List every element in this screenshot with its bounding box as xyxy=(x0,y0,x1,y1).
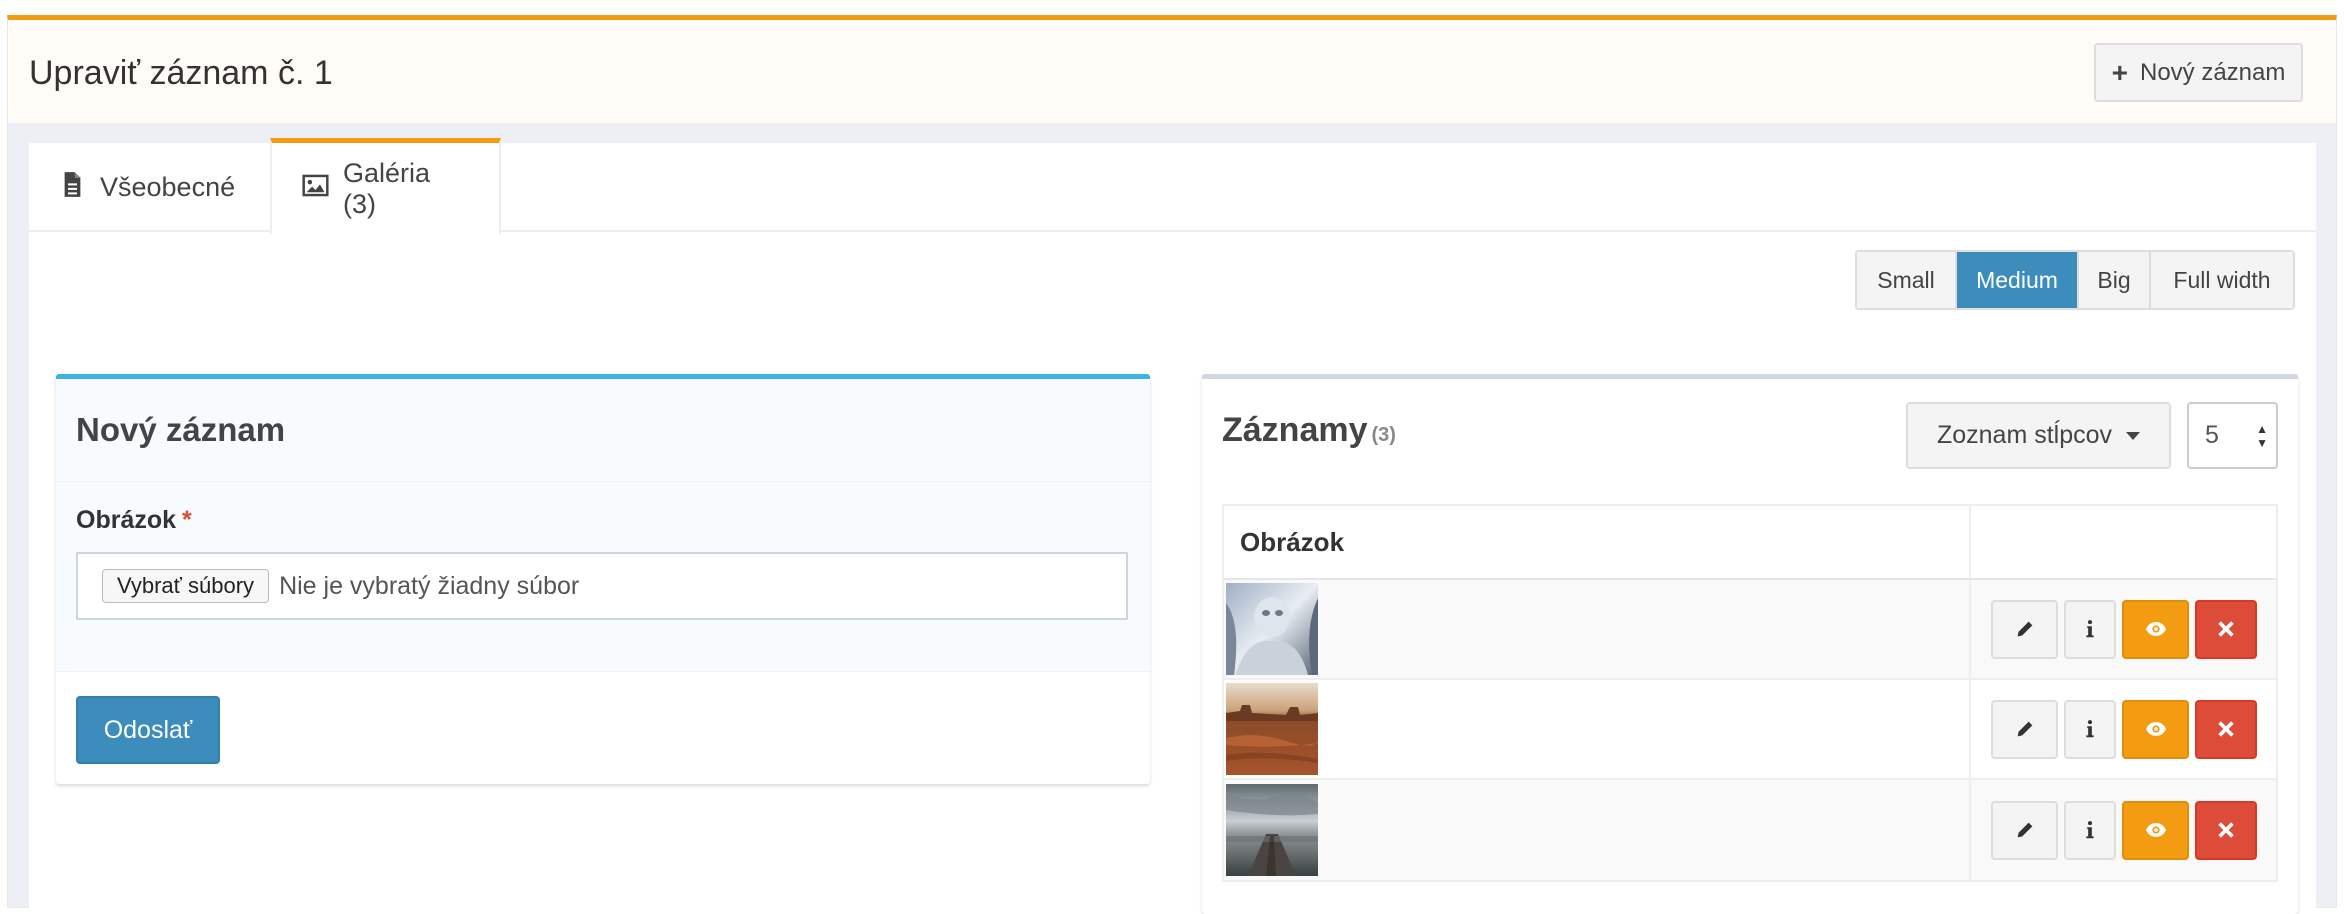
page-header: Upraviť záznam č. 1 + Nový záznam xyxy=(8,20,2336,124)
new-record-button[interactable]: + Nový záznam xyxy=(2094,43,2303,102)
required-marker: * xyxy=(182,506,192,534)
close-icon xyxy=(2218,621,2234,637)
page-frame: Upraviť záznam č. 1 + Nový záznam Všeobe… xyxy=(7,15,2337,914)
choose-files-button[interactable]: Vybrať súbory xyxy=(102,569,270,603)
new-record-panel-title: Nový záznam xyxy=(76,411,286,448)
delete-button[interactable] xyxy=(2195,800,2257,860)
image-field-label-text: Obrázok xyxy=(76,506,177,534)
thumbnail-cell xyxy=(1224,680,1971,778)
table-row xyxy=(1224,580,2276,680)
info-button[interactable] xyxy=(2064,599,2116,659)
image-column-header[interactable]: Obrázok xyxy=(1224,506,1971,578)
thumbnail-cell xyxy=(1224,580,1971,678)
info-icon xyxy=(2086,821,2094,839)
column-list-label: Zoznam stĺpcov xyxy=(1936,421,2113,449)
info-button[interactable] xyxy=(2064,800,2116,860)
actions-cell xyxy=(1971,780,2276,880)
size-big-button[interactable]: Big xyxy=(2079,252,2151,308)
plus-icon: + xyxy=(2111,56,2128,88)
thumbnail-cell xyxy=(1224,780,1971,880)
eye-icon xyxy=(2145,823,2166,837)
column-list-dropdown[interactable]: Zoznam stĺpcov xyxy=(1906,402,2171,469)
close-icon xyxy=(2218,822,2234,838)
pencil-icon xyxy=(2017,721,2032,737)
actions-cell xyxy=(1971,580,2276,678)
pier-thumbnail[interactable] xyxy=(1226,784,1318,876)
new-record-label: Nový záznam xyxy=(2139,58,2286,86)
desert-thumbnail[interactable] xyxy=(1226,683,1318,775)
close-icon xyxy=(2218,721,2234,737)
table-row xyxy=(1224,680,2276,780)
size-toggle-group: Small Medium Big Full width xyxy=(1855,250,2295,310)
caret-down-icon xyxy=(2126,431,2141,440)
statue-thumbnail[interactable] xyxy=(1226,583,1318,675)
actions-column-header xyxy=(1971,506,2276,578)
main-content: Všeobecné Galéria (3) Small Medium Big F… xyxy=(29,138,2316,914)
edit-button[interactable] xyxy=(1991,699,2058,759)
tab-general[interactable]: Všeobecné xyxy=(29,143,270,232)
submit-button[interactable]: Odoslať xyxy=(76,696,220,764)
edit-button[interactable] xyxy=(1991,599,2058,659)
pencil-icon xyxy=(2017,822,2032,838)
size-medium-button[interactable]: Medium xyxy=(1957,252,2079,308)
view-button[interactable] xyxy=(2122,699,2189,759)
tab-bar: Všeobecné Galéria (3) xyxy=(29,138,2316,234)
info-icon xyxy=(2086,620,2094,638)
records-title-text: Záznamy xyxy=(1222,411,1368,449)
records-title: Záznamy (3) xyxy=(1222,411,1396,450)
new-record-panel-header: Nový záznam xyxy=(56,379,1150,482)
view-button[interactable] xyxy=(2122,599,2189,659)
table-header-row: Obrázok xyxy=(1224,506,2276,580)
page-title: Upraviť záznam č. 1 xyxy=(29,54,333,92)
pencil-icon xyxy=(2017,621,2032,637)
tab-gallery[interactable]: Galéria (3) xyxy=(270,138,501,234)
eye-icon xyxy=(2145,722,2166,736)
image-field-label: Obrázok * xyxy=(76,506,192,535)
records-panel: Záznamy (3) Zoznam stĺpcov 5 ▲ ▼ Obrázok xyxy=(1202,374,2298,914)
actions-cell xyxy=(1971,680,2276,778)
image-icon xyxy=(302,172,329,206)
tab-gallery-label: Galéria (3) xyxy=(343,157,431,219)
select-arrows-icon: ▲ ▼ xyxy=(2256,422,2268,450)
file-status-text: Nie je vybratý žiadny súbor xyxy=(279,571,580,600)
records-table: Obrázok xyxy=(1222,504,2278,882)
tab-general-label: Všeobecné xyxy=(100,172,236,202)
new-record-panel: Nový záznam Obrázok * Vybrať súbory Nie j… xyxy=(56,374,1150,784)
table-row xyxy=(1224,780,2276,880)
delete-button[interactable] xyxy=(2195,699,2257,759)
size-small-button[interactable]: Small xyxy=(1857,252,1957,308)
new-record-panel-body: Obrázok * Vybrať súbory Nie je vybratý ži… xyxy=(56,482,1150,672)
delete-button[interactable] xyxy=(2195,599,2257,659)
info-icon xyxy=(2086,720,2094,738)
info-button[interactable] xyxy=(2064,699,2116,759)
per-page-value: 5 xyxy=(2205,421,2219,449)
records-count: (3) xyxy=(1371,424,1396,446)
image-file-input[interactable]: Vybrať súbory Nie je vybratý žiadny súbo… xyxy=(76,552,1128,620)
edit-button[interactable] xyxy=(1991,800,2058,860)
view-button[interactable] xyxy=(2122,800,2189,860)
file-icon xyxy=(59,171,86,205)
per-page-select[interactable]: 5 ▲ ▼ xyxy=(2187,402,2278,469)
eye-icon xyxy=(2145,622,2166,636)
size-full-width-button[interactable]: Full width xyxy=(2151,252,2293,308)
